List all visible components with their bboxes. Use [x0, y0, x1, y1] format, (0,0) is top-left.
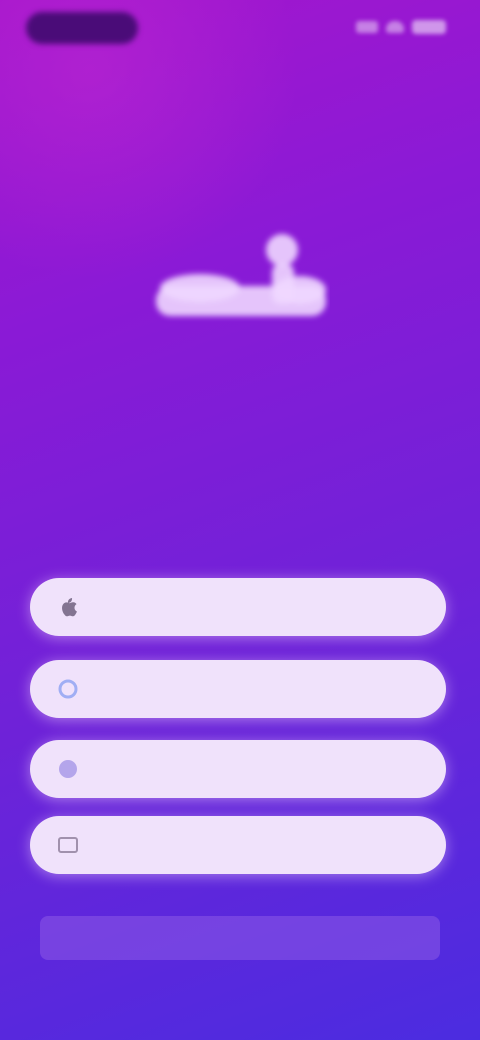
continue-with-facebook-button[interactable] [30, 740, 446, 798]
login-screen [0, 0, 480, 1040]
continue-with-google-button[interactable] [30, 660, 446, 718]
more-options-link[interactable] [40, 916, 440, 960]
apple-icon [56, 595, 80, 619]
status-time-pill [26, 12, 138, 44]
continue-with-email-button[interactable] [30, 816, 446, 874]
email-icon [56, 833, 80, 857]
continue-with-apple-button[interactable] [30, 578, 446, 636]
signal-icon [356, 21, 378, 33]
status-icons [356, 20, 446, 34]
battery-icon [412, 20, 446, 34]
wifi-icon [386, 21, 404, 33]
status-bar [0, 0, 480, 56]
app-logo-icon [156, 234, 326, 316]
app-logo [150, 228, 330, 328]
facebook-icon [56, 757, 80, 781]
google-icon [56, 677, 80, 701]
